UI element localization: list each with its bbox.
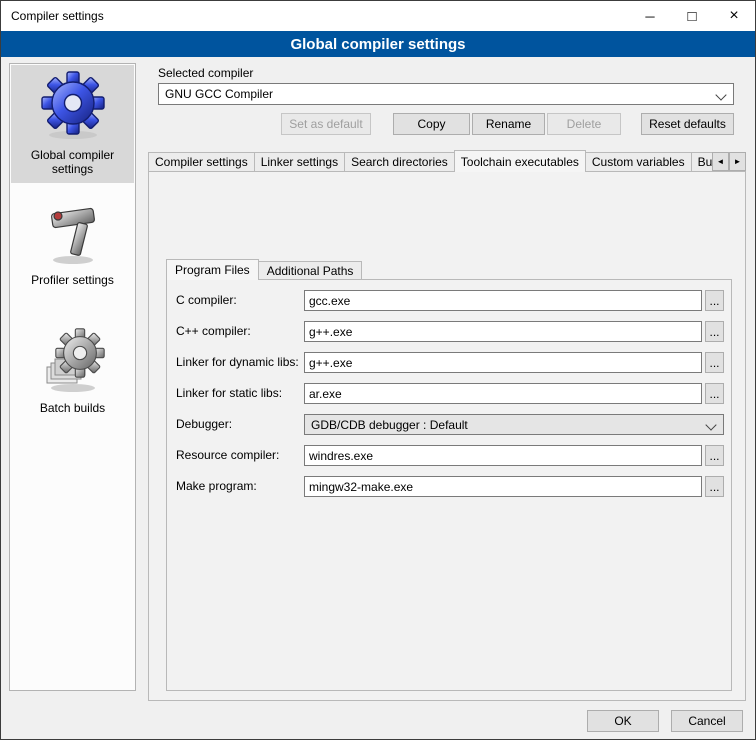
field-row: Linker for static libs: ... bbox=[166, 383, 732, 404]
settings-sidebar: Global compiler settings Profiler settin… bbox=[9, 63, 136, 691]
static-linker-input[interactable] bbox=[304, 383, 702, 404]
window-title: Compiler settings bbox=[1, 9, 104, 23]
sidebar-item-batch-builds[interactable]: Batch builds bbox=[11, 322, 134, 426]
make-program-input[interactable] bbox=[304, 476, 702, 497]
minimize-icon: ─ bbox=[645, 9, 654, 24]
tab-custom-variables[interactable]: Custom variables bbox=[585, 152, 692, 172]
field-label: C++ compiler: bbox=[176, 321, 251, 342]
tab-search-directories[interactable]: Search directories bbox=[344, 152, 455, 172]
field-label: Linker for static libs: bbox=[176, 383, 282, 404]
rename-button[interactable]: Rename bbox=[472, 113, 545, 135]
subtab-program-files[interactable]: Program Files bbox=[166, 259, 259, 280]
field-row: Linker for dynamic libs: ... bbox=[166, 352, 732, 373]
close-icon: × bbox=[729, 7, 738, 25]
browse-button[interactable]: ... bbox=[705, 321, 724, 342]
selected-compiler-dropdown[interactable]: GNU GCC Compiler bbox=[158, 83, 734, 105]
right-arrow-icon: ► bbox=[734, 157, 742, 166]
field-label: Linker for dynamic libs: bbox=[176, 352, 299, 373]
left-arrow-icon: ◄ bbox=[717, 157, 725, 166]
caption-buttons: ─ □ × bbox=[629, 1, 755, 31]
cpp-compiler-input[interactable] bbox=[304, 321, 702, 342]
batch-builds-icon bbox=[40, 327, 106, 393]
tab-compiler-settings[interactable]: Compiler settings bbox=[148, 152, 255, 172]
compiler-settings-window: Compiler settings ─ □ × Global compiler … bbox=[0, 0, 756, 740]
sidebar-item-label: Profiler settings bbox=[11, 273, 134, 287]
cancel-button[interactable]: Cancel bbox=[671, 710, 743, 732]
reset-defaults-button[interactable]: Reset defaults bbox=[641, 113, 734, 135]
dialog-header: Global compiler settings bbox=[1, 31, 755, 57]
tab-scroll-right-button[interactable]: ► bbox=[729, 152, 746, 171]
sidebar-item-profiler-settings[interactable]: Profiler settings bbox=[11, 196, 134, 300]
browse-button[interactable]: ... bbox=[705, 352, 724, 373]
tab-toolchain-executables[interactable]: Toolchain executables bbox=[454, 150, 586, 172]
field-row: C++ compiler: ... bbox=[166, 321, 732, 342]
c-compiler-input[interactable] bbox=[304, 290, 702, 311]
selected-compiler-value: GNU GCC Compiler bbox=[165, 87, 273, 101]
sidebar-item-label: Batch builds bbox=[11, 401, 134, 415]
maximize-button[interactable]: □ bbox=[671, 1, 713, 31]
field-label: C compiler: bbox=[176, 290, 237, 311]
delete-button: Delete bbox=[547, 113, 621, 135]
debugger-value: GDB/CDB debugger : Default bbox=[311, 418, 468, 432]
tab-scroll-left-button[interactable]: ◄ bbox=[712, 152, 729, 171]
dynamic-linker-input[interactable] bbox=[304, 352, 702, 373]
browse-button[interactable]: ... bbox=[705, 445, 724, 466]
field-label: Make program: bbox=[176, 476, 257, 497]
ok-button[interactable]: OK bbox=[587, 710, 659, 732]
copy-button[interactable]: Copy bbox=[393, 113, 470, 135]
selected-compiler-label: Selected compiler bbox=[158, 66, 253, 80]
maximize-icon: □ bbox=[687, 8, 696, 25]
chevron-down-icon bbox=[715, 89, 726, 100]
field-row: Resource compiler: ... bbox=[166, 445, 732, 466]
browse-button[interactable]: ... bbox=[705, 383, 724, 404]
tab-linker-settings[interactable]: Linker settings bbox=[254, 152, 345, 172]
set-as-default-button: Set as default bbox=[281, 113, 371, 135]
browse-button[interactable]: ... bbox=[705, 476, 724, 497]
title-bar: Compiler settings ─ □ × bbox=[1, 1, 755, 31]
field-row: Debugger: GDB/CDB debugger : Default bbox=[166, 414, 732, 435]
chevron-down-icon bbox=[705, 419, 716, 430]
resource-compiler-input[interactable] bbox=[304, 445, 702, 466]
sidebar-item-global-compiler-settings[interactable]: Global compiler settings bbox=[11, 65, 134, 183]
field-label: Debugger: bbox=[176, 414, 232, 435]
executables-subtabbar: Program Files Additional Paths bbox=[166, 259, 361, 280]
minimize-button[interactable]: ─ bbox=[629, 1, 671, 31]
field-row: Make program: ... bbox=[166, 476, 732, 497]
field-label: Resource compiler: bbox=[176, 445, 279, 466]
debugger-select[interactable]: GDB/CDB debugger : Default bbox=[304, 414, 724, 435]
gear-icon bbox=[39, 70, 107, 140]
settings-tabbar: Compiler settings Linker settings Search… bbox=[148, 150, 746, 172]
browse-button[interactable]: ... bbox=[705, 290, 724, 311]
subtab-additional-paths[interactable]: Additional Paths bbox=[258, 261, 363, 280]
close-button[interactable]: × bbox=[713, 1, 755, 31]
page-title: Global compiler settings bbox=[290, 36, 465, 53]
sidebar-item-label: Global compiler settings bbox=[11, 148, 134, 176]
field-row: C compiler: ... bbox=[166, 290, 732, 311]
profiler-icon bbox=[40, 201, 106, 265]
